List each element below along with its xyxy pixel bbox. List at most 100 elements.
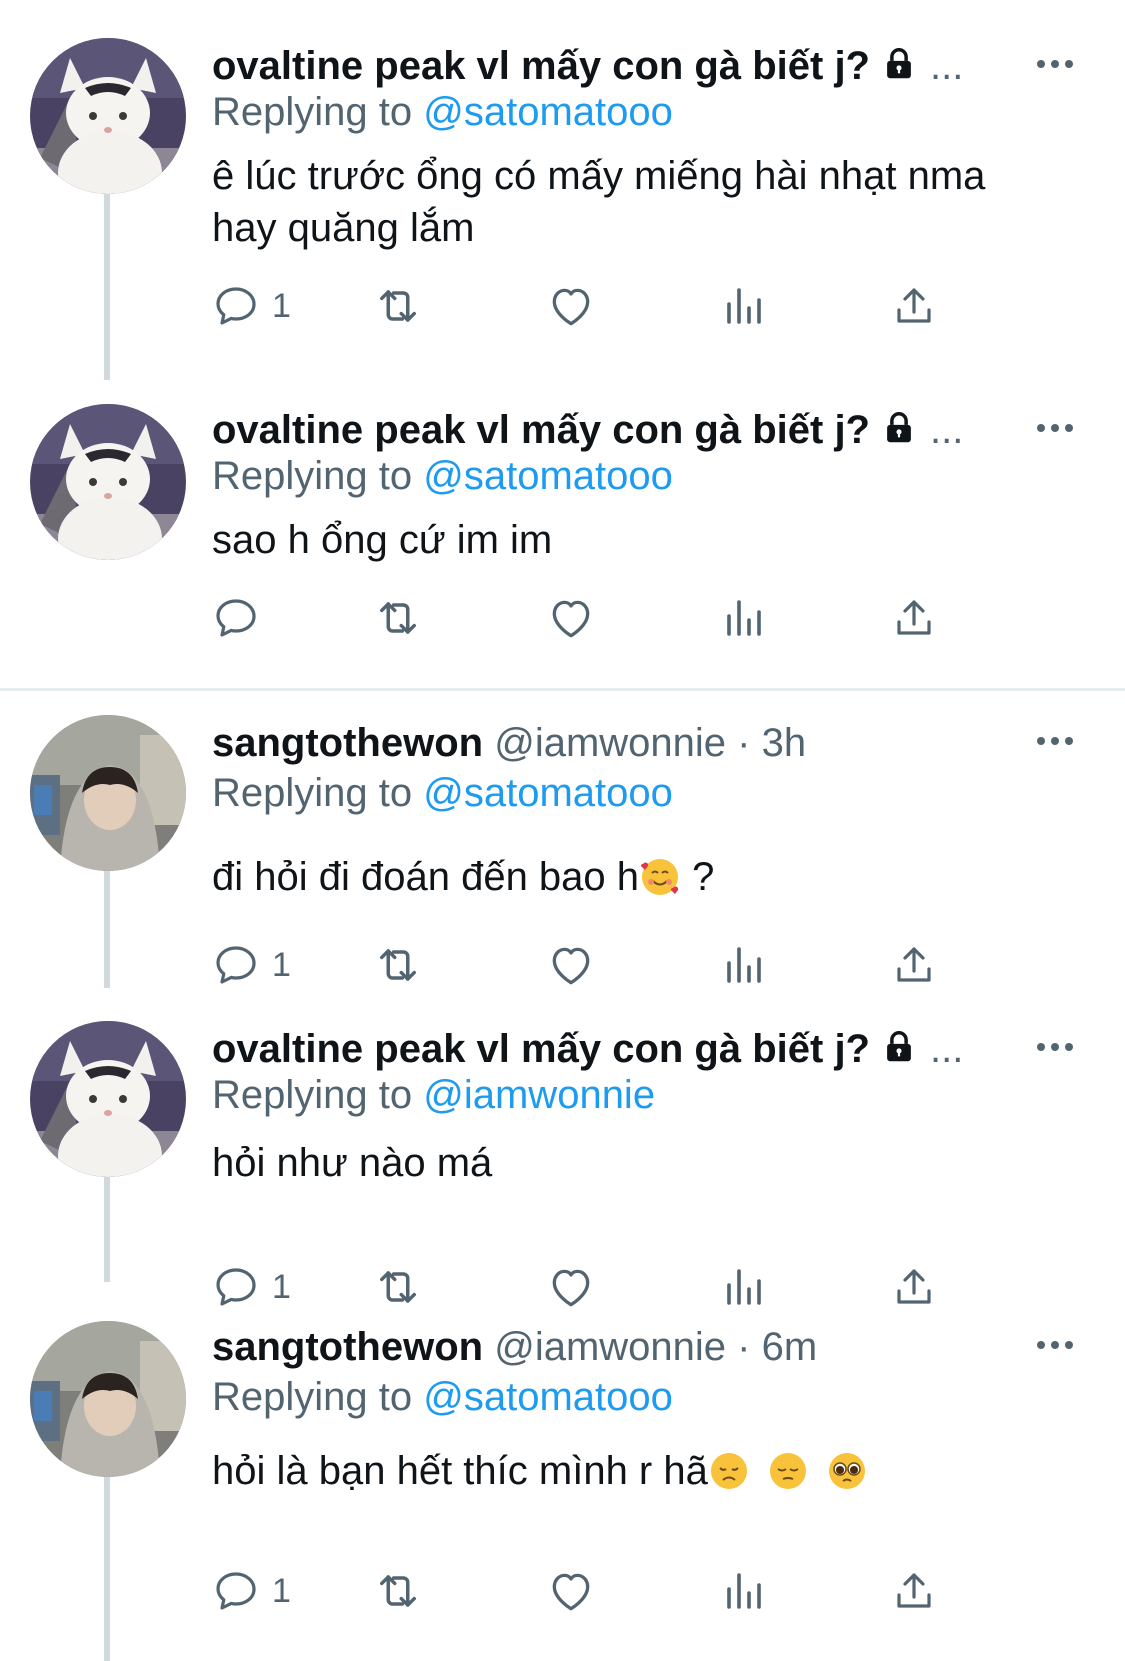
more-icon[interactable]: [1035, 422, 1075, 434]
avatar[interactable]: [30, 1021, 186, 1177]
reply-button[interactable]: 1: [212, 278, 291, 334]
share-button[interactable]: [890, 278, 938, 334]
reply-button[interactable]: 1: [212, 1563, 291, 1619]
share-button[interactable]: [890, 937, 938, 993]
meta-separator: ·: [737, 1325, 751, 1369]
tweet-text-suffix: ?: [681, 855, 715, 899]
more-icon[interactable]: [1035, 1339, 1075, 1351]
tweet-text: hỏi là bạn hết thíc mình r hã: [212, 1445, 1092, 1497]
tweet-header: ovaltine peak vl mấy con gà biết j?...: [212, 1025, 1015, 1073]
more-icon[interactable]: [1035, 735, 1075, 747]
more-icon[interactable]: [1035, 1041, 1075, 1053]
like-button[interactable]: [546, 590, 596, 646]
retweet-button[interactable]: [372, 590, 424, 646]
reply-button[interactable]: [212, 590, 260, 646]
tweet-actions: 1: [212, 1563, 1012, 1619]
tweet-text-line: hỏi như nào má: [212, 1141, 493, 1185]
tweet[interactable]: ovaltine peak vl mấy con gà biết j?... R…: [0, 1021, 1125, 1331]
share-button[interactable]: [890, 1563, 938, 1619]
tweet[interactable]: ovaltine peak vl mấy con gà biết j?... R…: [0, 0, 1125, 380]
pleading-face-emoji: [826, 1450, 868, 1492]
tweet-header: sangtothewon @iamwonnie · 3h: [212, 719, 1015, 767]
like-button[interactable]: [546, 278, 596, 334]
reply-count: 1: [272, 1267, 291, 1306]
reply-button[interactable]: 1: [212, 937, 291, 993]
share-button[interactable]: [890, 1259, 938, 1315]
replying-prefix: Replying to: [212, 454, 413, 498]
heart-icon: [546, 940, 596, 990]
avatar[interactable]: [30, 1321, 186, 1477]
views-button[interactable]: [720, 278, 768, 334]
tweet-time[interactable]: 3h: [762, 721, 807, 765]
tweet-text-line: hỏi là bạn hết thíc mình r hã: [212, 1449, 708, 1493]
tweet-actions: 1: [212, 278, 1012, 334]
mention-link[interactable]: @satomatooo: [423, 454, 673, 498]
avatar[interactable]: [30, 38, 186, 194]
author-name[interactable]: ovaltine peak vl mấy con gà biết j?: [212, 44, 870, 88]
views-icon: [720, 1567, 768, 1615]
views-button[interactable]: [720, 1259, 768, 1315]
replying-to: Replying to @satomatooo: [212, 88, 673, 136]
mention-link[interactable]: @iamwonnie: [423, 1073, 655, 1117]
tweet-text-line: sao h ổng cứ im im: [212, 518, 553, 562]
replying-prefix: Replying to: [212, 771, 413, 815]
like-button[interactable]: [546, 937, 596, 993]
truncation-ellipsis: ...: [930, 408, 964, 452]
smiling-face-with-hearts-emoji: [639, 856, 681, 898]
tweet-header: ovaltine peak vl mấy con gà biết j?...: [212, 42, 1015, 90]
heart-icon: [546, 281, 596, 331]
mention-link[interactable]: @satomatooo: [423, 1375, 673, 1419]
views-button[interactable]: [720, 937, 768, 993]
retweet-icon: [372, 592, 424, 644]
tweet[interactable]: ovaltine peak vl mấy con gà biết j?... R…: [0, 380, 1125, 688]
author-name[interactable]: ovaltine peak vl mấy con gà biết j?: [212, 1027, 870, 1071]
share-icon: [890, 594, 938, 642]
tweet-actions: 1: [212, 937, 1012, 993]
lock-icon: [880, 1028, 918, 1066]
more-icon[interactable]: [1035, 58, 1075, 70]
like-button[interactable]: [546, 1563, 596, 1619]
retweet-button[interactable]: [372, 1563, 424, 1619]
retweet-icon: [372, 280, 424, 332]
retweet-button[interactable]: [372, 278, 424, 334]
retweet-button[interactable]: [372, 937, 424, 993]
tweet-text: sao h ổng cứ im im: [212, 514, 1092, 566]
reply-count: 1: [272, 1571, 291, 1610]
replying-to: Replying to @satomatooo: [212, 769, 673, 817]
views-button[interactable]: [720, 1563, 768, 1619]
replying-prefix: Replying to: [212, 90, 413, 134]
heart-icon: [546, 1566, 596, 1616]
author-handle[interactable]: @iamwonnie: [494, 721, 726, 765]
pensive-face-emoji: [767, 1450, 809, 1492]
reply-icon: [212, 1263, 260, 1311]
replying-to: Replying to @satomatooo: [212, 452, 673, 500]
retweet-button[interactable]: [372, 1259, 424, 1315]
author-name[interactable]: ovaltine peak vl mấy con gà biết j?: [212, 408, 870, 452]
replying-to: Replying to @iamwonnie: [212, 1071, 655, 1119]
tweet-actions: 1: [212, 1259, 1012, 1315]
mention-link[interactable]: @satomatooo: [423, 771, 673, 815]
replying-to: Replying to @satomatooo: [212, 1373, 673, 1421]
tweet-text-line: ê lúc trước ổng có mấy miếng hài nhạt nm…: [212, 154, 986, 198]
tweet-time[interactable]: 6m: [762, 1325, 818, 1369]
share-icon: [890, 282, 938, 330]
author-name[interactable]: sangtothewon: [212, 1325, 483, 1369]
reply-count: 1: [272, 286, 291, 325]
avatar[interactable]: [30, 404, 186, 560]
author-handle[interactable]: @iamwonnie: [494, 1325, 726, 1369]
tweet-text-line: hay quăng lắm: [212, 206, 475, 250]
lock-icon: [880, 409, 918, 447]
mention-link[interactable]: @satomatooo: [423, 90, 673, 134]
author-name[interactable]: sangtothewon: [212, 721, 483, 765]
reply-button[interactable]: 1: [212, 1259, 291, 1315]
share-button[interactable]: [890, 590, 938, 646]
share-icon: [890, 1567, 938, 1615]
like-button[interactable]: [546, 1259, 596, 1315]
truncation-ellipsis: ...: [930, 44, 964, 88]
avatar[interactable]: [30, 715, 186, 871]
reply-icon: [212, 282, 260, 330]
tweet[interactable]: sangtothewon @iamwonnie · 3h Replying to…: [0, 691, 1125, 1021]
tweet[interactable]: sangtothewon @iamwonnie · 6m Replying to…: [0, 1331, 1125, 1661]
tweet-actions: [212, 590, 1012, 646]
views-button[interactable]: [720, 590, 768, 646]
